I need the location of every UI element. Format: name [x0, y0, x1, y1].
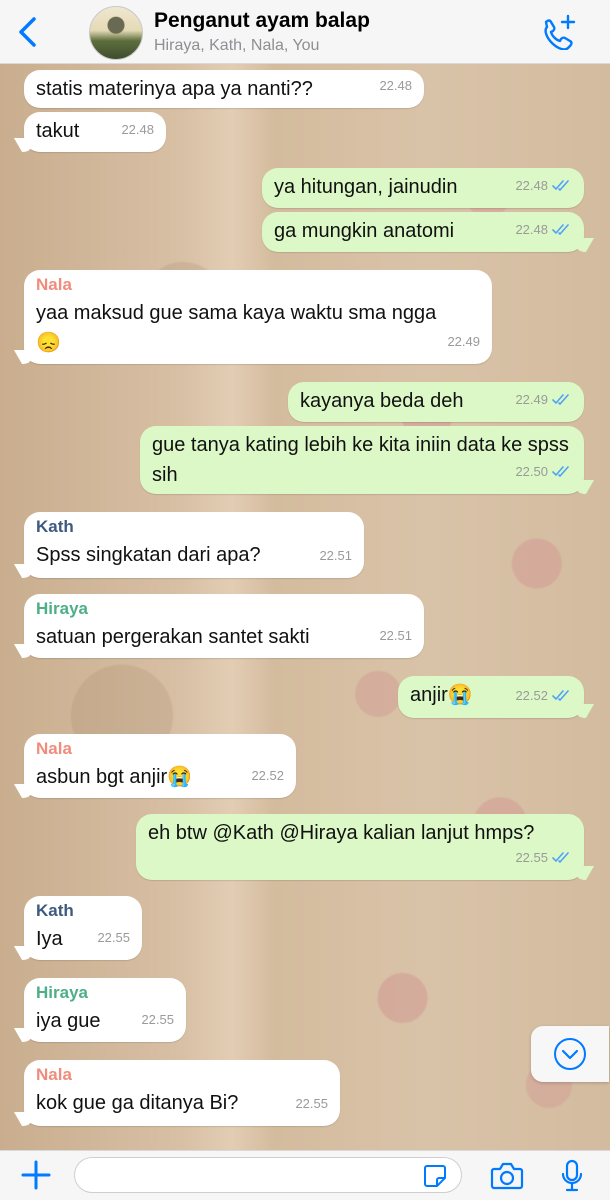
read-ticks-icon	[552, 466, 569, 477]
message-time: 22.50	[515, 464, 548, 479]
chevron-down-circle-icon	[554, 1038, 586, 1070]
read-ticks-icon	[552, 224, 569, 235]
read-ticks-icon	[552, 852, 569, 863]
group-title[interactable]: Penganut ayam balap	[154, 9, 370, 33]
message-bubble[interactable]: Hiraya iya gue 22.55	[24, 978, 186, 1042]
message-time: 22.55	[141, 1012, 174, 1027]
message-time: 22.55	[97, 930, 130, 945]
message-text: gue tanya kating lebih ke kita iniin dat…	[152, 434, 569, 486]
message-time: 22.48	[121, 122, 154, 137]
message-time: 22.55	[515, 850, 548, 865]
phone-add-icon[interactable]	[538, 14, 578, 50]
microphone-icon[interactable]	[560, 1159, 584, 1193]
message-bubble[interactable]: Nala asbun bgt anjir😭 22.52	[24, 734, 296, 798]
message-bubble[interactable]: Nala kok gue ga ditanya Bi? 22.55	[24, 1060, 340, 1126]
message-input[interactable]	[74, 1157, 462, 1193]
message-bubble[interactable]: takut 22.48	[24, 112, 166, 152]
message-time: 22.48	[379, 78, 412, 93]
message-time: 22.52	[515, 688, 548, 703]
plus-icon[interactable]	[20, 1159, 52, 1191]
message-input-bar	[0, 1150, 610, 1200]
sender-name[interactable]: Hiraya	[36, 982, 174, 1004]
sender-name[interactable]: Kath	[36, 516, 352, 538]
sender-name[interactable]: Hiraya	[36, 598, 412, 620]
scroll-to-bottom-button[interactable]	[531, 1026, 609, 1082]
message-time: 22.48	[515, 178, 548, 193]
message-time: 22.51	[379, 628, 412, 643]
message-text: asbun bgt anjir😭	[36, 766, 193, 788]
message-time: 22.49	[447, 334, 480, 349]
message-bubble[interactable]: kayanya beda deh 22.49	[288, 382, 584, 422]
sender-name[interactable]: Nala	[36, 738, 284, 760]
message-bubble[interactable]: Kath Iya 22.55	[24, 896, 142, 960]
message-time: 22.52	[251, 768, 284, 783]
read-ticks-icon	[552, 180, 569, 191]
message-text: satuan pergerakan santet sakti	[36, 626, 310, 648]
sender-name[interactable]: Nala	[36, 274, 480, 296]
message-time: 22.48	[515, 222, 548, 237]
message-time: 22.55	[295, 1096, 328, 1111]
message-bubble[interactable]: ga mungkin anatomi 22.48	[262, 212, 584, 252]
message-emoji: 😞	[36, 332, 61, 354]
message-text: eh btw @Kath @Hiraya kalian lanjut hmps?	[148, 822, 535, 844]
camera-icon[interactable]	[490, 1161, 524, 1191]
message-bubble[interactable]: eh btw @Kath @Hiraya kalian lanjut hmps?…	[136, 814, 584, 880]
message-bubble[interactable]: gue tanya kating lebih ke kita iniin dat…	[140, 426, 584, 494]
chat-header: Penganut ayam balap Hiraya, Kath, Nala, …	[0, 0, 610, 64]
message-text: Spss singkatan dari apa?	[36, 544, 261, 566]
message-time: 22.49	[515, 392, 548, 407]
sticker-icon[interactable]	[422, 1163, 448, 1189]
message-bubble[interactable]: statis materinya apa ya nanti?? 22.48	[24, 70, 424, 108]
message-bubble[interactable]: Nala yaa maksud gue sama kaya waktu sma …	[24, 270, 492, 364]
message-bubble[interactable]: ya hitungan, jainudin 22.48	[262, 168, 584, 208]
group-avatar[interactable]	[89, 6, 143, 60]
sender-name[interactable]: Nala	[36, 1064, 328, 1086]
message-bubble[interactable]: Kath Spss singkatan dari apa? 22.51	[24, 512, 364, 578]
message-text: kok gue ga ditanya Bi?	[36, 1092, 239, 1114]
message-bubble[interactable]: anjir😭 22.52	[398, 676, 584, 718]
sender-name[interactable]: Kath	[36, 900, 130, 922]
group-members[interactable]: Hiraya, Kath, Nala, You	[154, 37, 319, 55]
message-text: statis materinya apa ya nanti??	[36, 78, 313, 100]
chevron-left-icon[interactable]	[14, 16, 42, 48]
message-bubble[interactable]: Hiraya satuan pergerakan santet sakti 22…	[24, 594, 424, 658]
message-text: yaa maksud gue sama kaya waktu sma ngga	[36, 302, 437, 324]
read-ticks-icon	[552, 394, 569, 405]
message-time: 22.51	[319, 548, 352, 563]
read-ticks-icon	[552, 690, 569, 701]
